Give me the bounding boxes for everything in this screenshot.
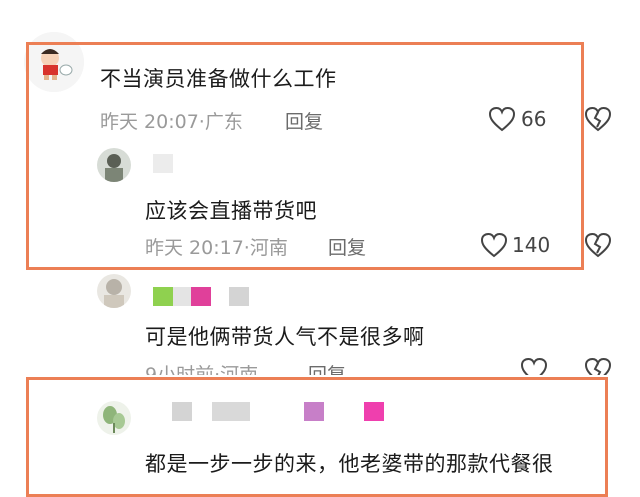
photo-avatar-icon xyxy=(97,274,131,308)
highlight-box-1 xyxy=(26,42,584,270)
comment-3-avatar[interactable] xyxy=(97,274,131,308)
highlight-box-2 xyxy=(26,377,608,497)
comment-3-username-mosaic xyxy=(153,287,253,306)
comment-3-text: 可是他俩带货人气不是很多啊 xyxy=(145,325,425,349)
broken-heart-icon xyxy=(584,106,612,132)
comment-1-dislike-button[interactable] xyxy=(584,106,612,132)
broken-heart-icon xyxy=(584,232,612,258)
comment-2-dislike-button[interactable] xyxy=(584,232,612,258)
